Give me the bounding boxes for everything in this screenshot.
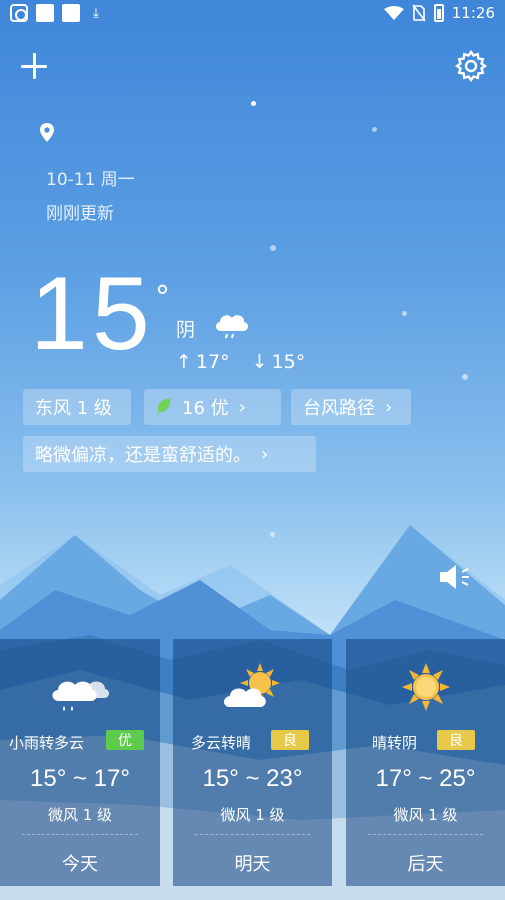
divider — [195, 834, 310, 835]
forecast-temp: 15° ~ 23° — [202, 765, 303, 792]
notification-square-icon — [62, 4, 80, 22]
degree-symbol: ° — [155, 280, 170, 315]
battery-icon — [433, 4, 444, 22]
top-bar — [18, 50, 487, 86]
status-bar: ⤓ 11:26 — [0, 0, 505, 26]
sky-dot — [372, 127, 377, 132]
sky-dot — [462, 374, 468, 380]
forecast-card-day-after[interactable]: 晴转阴 良 17° ~ 25° 微风 1 级 后天 — [346, 639, 505, 886]
forecast-day: 今天 — [62, 854, 98, 875]
forecast-wind: 微风 1 级 — [393, 806, 458, 824]
aqi-badge: 良 — [437, 730, 475, 750]
gear-icon[interactable] — [455, 50, 487, 82]
forecast-day: 明天 — [234, 854, 271, 875]
aqi-badge: 优 — [106, 730, 144, 750]
plus-icon[interactable] — [18, 50, 50, 82]
leaf-icon — [156, 398, 171, 416]
current-temperature: 15 — [30, 256, 154, 372]
chevron-right-icon: › — [261, 443, 269, 465]
tip-chip[interactable]: 略微偏凉，还是蛮舒适的。 › — [23, 436, 316, 472]
forecast-day: 后天 — [407, 854, 444, 875]
high-low-temp: ↑ 17° ↓ 15° — [176, 351, 305, 373]
sky-dot — [251, 101, 256, 106]
aqi-badge: 良 — [271, 730, 309, 750]
sun-icon — [401, 663, 450, 711]
forecast-temp: 15° ~ 17° — [30, 765, 130, 792]
divider — [368, 834, 483, 835]
typhoon-label: 台风路径 — [303, 398, 375, 419]
status-time: 11:26 — [451, 4, 495, 22]
download-icon: ⤓ — [92, 5, 100, 21]
forecast-condition: 多云转晴 — [191, 734, 252, 752]
sun-cloud-icon — [223, 663, 280, 707]
divider — [22, 834, 138, 835]
current-condition: 阴 — [176, 319, 196, 341]
aqi-label: 16 优 — [182, 398, 229, 419]
arrow-up-icon: ↑ — [176, 351, 192, 373]
screen-rotate-icon — [10, 4, 28, 22]
wind-chip[interactable]: 东风 1 级 — [23, 389, 131, 425]
aqi-chip[interactable]: 16 优 › — [144, 389, 281, 425]
sky-dot — [402, 311, 407, 316]
cloud-rain-icon — [52, 681, 110, 711]
tip-label: 略微偏凉，还是蛮舒适的。 — [35, 445, 251, 466]
typhoon-chip[interactable]: 台风路径 › — [291, 389, 411, 425]
forecast-condition: 晴转阴 — [372, 734, 418, 752]
notification-square-icon — [36, 4, 54, 22]
chevron-right-icon: › — [385, 396, 393, 418]
arrow-down-icon: ↓ — [251, 351, 268, 373]
forecast-card-tomorrow[interactable]: 多云转晴 良 15° ~ 23° 微风 1 级 明天 — [173, 639, 332, 886]
location-pin-icon[interactable] — [38, 122, 56, 144]
wifi-icon — [383, 6, 404, 20]
chevron-right-icon: › — [238, 396, 246, 418]
date-label: 10-11 周一 — [46, 170, 135, 190]
high-temp: 17° — [195, 351, 230, 373]
sky-dot — [270, 245, 276, 251]
forecast-condition: 小雨转多云 — [9, 734, 85, 752]
forecast-card-today[interactable]: 小雨转多云 优 15° ~ 17° 微风 1 级 今天 — [0, 639, 160, 886]
forecast-wind: 微风 1 级 — [220, 806, 285, 824]
forecast-temp: 17° ~ 25° — [375, 765, 476, 792]
updated-label: 刚刚更新 — [46, 204, 114, 224]
no-sim-icon — [412, 4, 426, 22]
wind-label: 东风 1 级 — [35, 398, 112, 419]
cloud-rain-icon — [215, 315, 249, 339]
low-temp: 15° — [271, 351, 306, 373]
speaker-icon[interactable] — [438, 562, 472, 592]
forecast-wind: 微风 1 级 — [47, 806, 113, 824]
